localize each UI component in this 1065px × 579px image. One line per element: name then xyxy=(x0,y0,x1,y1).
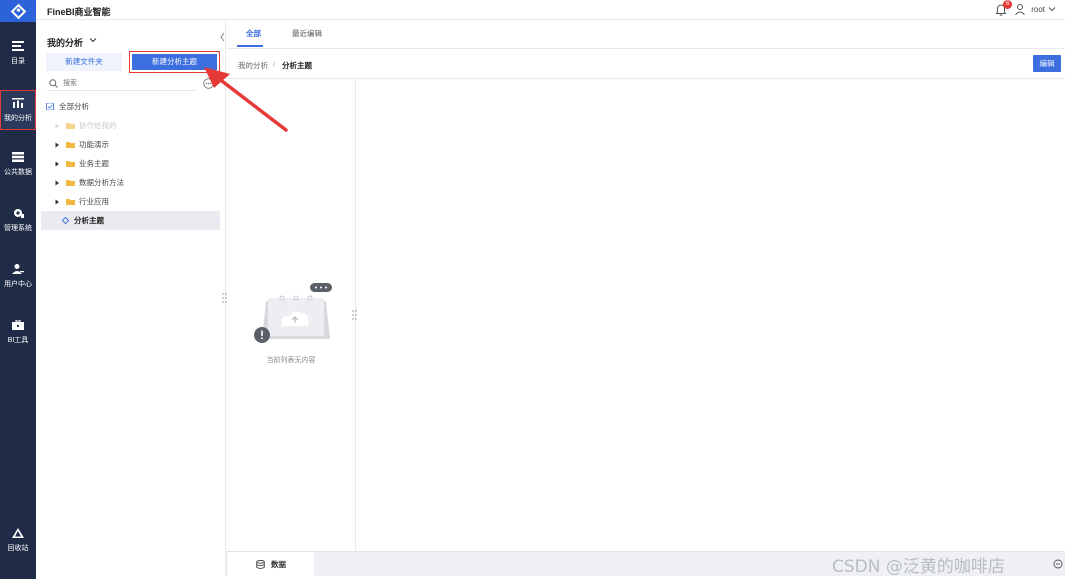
tab-active-indicator xyxy=(237,45,263,47)
resize-handle-icon[interactable] xyxy=(352,310,357,320)
nav-item-label: 我的分析 xyxy=(4,114,32,122)
user-center-icon xyxy=(12,263,24,274)
top-header: FineBI商业智能 6 root xyxy=(36,0,1065,20)
content-toolbar: 我的分析 / 分析主题 编辑 xyxy=(226,48,1065,79)
tab-all[interactable]: 全部 xyxy=(246,28,261,39)
user-name[interactable]: root xyxy=(1031,5,1045,14)
checkbox-icon xyxy=(46,103,54,110)
nav-item-catalog[interactable]: 目录 xyxy=(0,33,36,73)
folder-icon xyxy=(66,180,75,186)
tree-item-shared[interactable]: 协作给我的 xyxy=(41,116,220,135)
expand-icon[interactable] xyxy=(1053,559,1063,569)
caret-right-icon[interactable] xyxy=(53,141,61,149)
new-folder-button[interactable]: 新建文件夹 xyxy=(46,53,122,71)
app-logo[interactable] xyxy=(0,0,36,22)
search-box xyxy=(47,76,197,91)
notification-badge: 6 xyxy=(1003,0,1012,9)
tree-item-label: 功能演示 xyxy=(79,140,109,149)
nav-item-label: BI工具 xyxy=(7,336,29,344)
folder-icon xyxy=(66,199,75,205)
recycle-icon xyxy=(12,527,24,538)
chevron-down-icon[interactable] xyxy=(89,36,97,44)
nav-item-label: 管理系统 xyxy=(4,224,32,232)
nav-item-label: 回收站 xyxy=(7,544,29,552)
watermark-text: CSDN @泛黄的咖啡店 xyxy=(832,557,1005,577)
nav-item-recycle[interactable]: 回收站 xyxy=(0,520,36,560)
toolbox-icon xyxy=(12,319,24,330)
tree-item-label: 数据分析方法 xyxy=(79,178,124,187)
tree-item-label: 分析主题 xyxy=(74,216,104,225)
admin-gear-icon xyxy=(14,208,24,218)
empty-state-text: 当前列表无内容 xyxy=(266,357,316,364)
logo-icon xyxy=(10,3,26,19)
nav-item-label: 公共数据 xyxy=(4,168,32,176)
folder-icon xyxy=(66,123,75,129)
nav-item-public-data[interactable]: 公共数据 xyxy=(0,144,36,184)
empty-state-illustration xyxy=(254,283,332,343)
tree-item-industry[interactable]: 行业应用 xyxy=(41,192,220,211)
edit-button[interactable]: 编辑 xyxy=(1033,55,1061,72)
panel-title[interactable]: 我的分析 xyxy=(47,36,83,49)
content-tabbar: 全部 最近编辑 xyxy=(226,20,1065,48)
nav-item-admin[interactable]: 管理系统 xyxy=(0,200,36,240)
tree-item-business[interactable]: 业务主题 xyxy=(41,154,220,173)
nav-item-my-analysis[interactable]: 我的分析 xyxy=(0,90,36,130)
tree-item-label: 业务主题 xyxy=(79,159,109,168)
left-nav: 目录 我的分析 公共数据 管理系统 用户中心 BI工具 回收站 xyxy=(0,0,36,579)
tree-item-demo[interactable]: 功能演示 xyxy=(41,135,220,154)
tree-item-label: 协作给我的 xyxy=(79,121,117,130)
folder-icon xyxy=(66,161,75,167)
tab-recent[interactable]: 最近编辑 xyxy=(292,28,322,39)
tree-item-label: 全部分析 xyxy=(59,102,89,111)
my-analysis-icon xyxy=(12,97,24,108)
annotation-arrow xyxy=(204,67,288,132)
app-title: FineBI商业智能 xyxy=(47,7,111,17)
user-icon[interactable] xyxy=(1015,4,1025,15)
caret-right-icon[interactable] xyxy=(53,160,61,168)
public-data-icon xyxy=(12,151,24,162)
nav-item-user-center[interactable]: 用户中心 xyxy=(0,256,36,296)
tree-item-methods[interactable]: 数据分析方法 xyxy=(41,173,220,192)
database-icon xyxy=(256,560,265,569)
caret-right-icon[interactable] xyxy=(53,122,61,130)
caret-right-icon[interactable] xyxy=(53,198,61,206)
nav-item-label: 用户中心 xyxy=(4,280,32,288)
data-tab-label: 数据 xyxy=(271,560,286,569)
theme-list-column: 当前列表无内容 xyxy=(226,79,356,551)
catalog-icon xyxy=(12,40,24,51)
theme-icon xyxy=(61,217,70,224)
search-icon xyxy=(49,79,58,88)
tree-item-analysis-theme[interactable]: 分析主题 xyxy=(41,211,220,230)
folder-icon xyxy=(66,142,75,148)
chevron-down-icon[interactable] xyxy=(1048,5,1056,13)
caret-right-icon[interactable] xyxy=(53,179,61,187)
nav-item-label: 目录 xyxy=(11,57,25,65)
tree-item-label: 行业应用 xyxy=(79,197,109,206)
tree-item-all[interactable]: 全部分析 xyxy=(41,97,220,116)
nav-item-bi-tools[interactable]: BI工具 xyxy=(0,312,36,352)
data-tab[interactable]: 数据 xyxy=(228,552,314,577)
collapse-panel-icon[interactable] xyxy=(219,32,226,42)
search-input[interactable] xyxy=(63,77,193,89)
resize-handle-icon[interactable] xyxy=(222,293,227,303)
